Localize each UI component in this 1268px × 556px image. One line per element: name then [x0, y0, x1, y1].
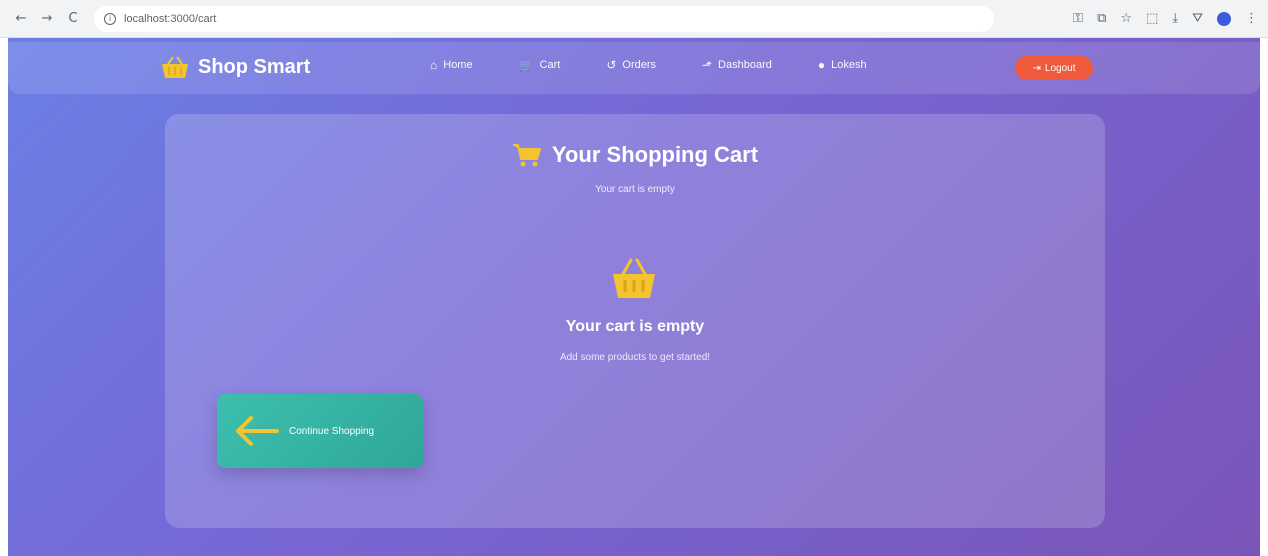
- user-icon: ●: [817, 58, 826, 72]
- key-icon[interactable]: ⚿: [1073, 11, 1083, 26]
- logout-label: Logout: [1044, 62, 1076, 74]
- nav-home-label: Home: [443, 59, 473, 71]
- star-icon[interactable]: ☆: [1120, 11, 1132, 26]
- nav-cart-label: Cart: [539, 59, 561, 71]
- url-text: localhost:3000/cart: [124, 12, 217, 25]
- nav-orders-label: Orders: [622, 59, 657, 71]
- filter-icon[interactable]: ⛛: [1192, 11, 1203, 26]
- chart-icon: ⬏: [702, 58, 713, 72]
- back-button[interactable]: ←: [10, 8, 32, 30]
- extensions-icon[interactable]: ⬚: [1146, 11, 1158, 26]
- nav-cart[interactable]: 🛒 Cart: [519, 58, 561, 72]
- logout-icon: ⇥: [1032, 62, 1041, 74]
- cart-icon: [512, 144, 541, 167]
- browser-actions: ⚿ ⧉ ☆ ⬚ ⤓ ⛛ ⋮: [1073, 11, 1258, 26]
- cart-card: Your Shopping Cart Your cart is empty Yo…: [165, 114, 1105, 528]
- nav-dashboard-label: Dashboard: [718, 59, 772, 71]
- info-icon[interactable]: i: [104, 12, 116, 25]
- nav-user-label: Lokesh: [831, 59, 867, 71]
- browser-toolbar: ← → C i localhost:3000/cart ⚿ ⧉ ☆ ⬚ ⤓ ⛛ …: [0, 0, 1268, 38]
- nav-home[interactable]: ⌂ Home: [430, 58, 473, 72]
- nav-user[interactable]: ● Lokesh: [818, 58, 867, 72]
- empty-cart-subtitle: Add some products to get started!: [559, 352, 711, 363]
- home-icon: ⌂: [430, 58, 438, 72]
- top-navbar: Shop Smart ⌂ Home 🛒 Cart ↺ Orders ⬏ Dash…: [8, 42, 1260, 94]
- cart-subtitle: Your cart is empty: [595, 184, 675, 195]
- cart-heading: Your Shopping Cart: [165, 142, 1105, 168]
- reload-button[interactable]: C: [62, 8, 84, 30]
- menu-icon[interactable]: ⋮: [1245, 11, 1258, 26]
- translate-icon[interactable]: ⧉: [1097, 11, 1106, 26]
- brand-name: Shop Smart: [198, 55, 311, 78]
- nav-orders[interactable]: ↺ Orders: [606, 58, 656, 72]
- profile-avatar[interactable]: [1217, 11, 1231, 26]
- address-bar[interactable]: i localhost:3000/cart: [94, 5, 994, 32]
- page-title: Your Shopping Cart: [551, 142, 759, 167]
- app-page: Shop Smart ⌂ Home 🛒 Cart ↺ Orders ⬏ Dash…: [8, 38, 1260, 556]
- brand[interactable]: Shop Smart: [160, 54, 310, 80]
- continue-shopping-label: Continue Shopping: [289, 425, 375, 437]
- empty-cart-title: Your cart is empty: [565, 318, 705, 335]
- arrow-left-icon: [236, 416, 279, 446]
- history-icon: ↺: [606, 58, 617, 72]
- continue-shopping-button[interactable]: Continue Shopping: [217, 394, 423, 468]
- basket-logo-icon: [162, 56, 188, 78]
- empty-basket-icon: [613, 258, 655, 298]
- cart-icon: 🛒: [518, 58, 534, 72]
- nav-links: ⌂ Home 🛒 Cart ↺ Orders ⬏ Dashboard ● Lok…: [430, 58, 913, 72]
- forward-button[interactable]: →: [36, 8, 58, 30]
- nav-dashboard[interactable]: ⬏ Dashboard: [702, 58, 772, 72]
- logout-button[interactable]: ⇥ Logout: [1015, 56, 1093, 80]
- download-icon[interactable]: ⤓: [1172, 11, 1178, 26]
